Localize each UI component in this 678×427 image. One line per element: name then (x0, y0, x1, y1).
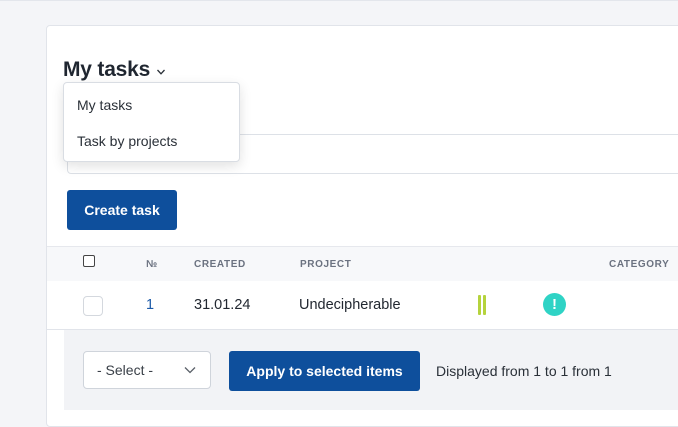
select-value: - Select - (97, 362, 154, 378)
select-all-checkbox[interactable] (83, 255, 95, 267)
project-name: Undecipherable (299, 297, 401, 313)
column-project: PROJECT (300, 259, 352, 270)
chevron-down-icon (184, 367, 196, 374)
chevron-down-icon (157, 69, 166, 75)
page-title-switcher[interactable]: My tasks (63, 58, 166, 82)
top-divider (0, 0, 678, 1)
title-dropdown-menu: My tasks Task by projects (63, 82, 240, 162)
apply-to-selected-button[interactable]: Apply to selected items (229, 351, 420, 391)
priority-bars-icon (478, 295, 487, 315)
pagination-info: Displayed from 1 to 1 from 1 (436, 363, 612, 379)
table-header: № CREATED PROJECT CATEGORY (47, 246, 678, 282)
menu-item-task-by-projects[interactable]: Task by projects (64, 123, 239, 159)
exclamation-circle-icon: ! (543, 293, 566, 316)
bulk-action-select[interactable]: - Select - (83, 351, 211, 389)
column-created: CREATED (194, 259, 246, 270)
create-task-button[interactable]: Create task (67, 190, 177, 230)
column-category: CATEGORY (609, 259, 670, 270)
page-title: My tasks (63, 58, 151, 81)
menu-item-my-tasks[interactable]: My tasks (64, 87, 239, 123)
created-date: 31.01.24 (194, 297, 251, 313)
column-number: № (146, 259, 158, 270)
task-number-link[interactable]: 1 (146, 297, 154, 313)
row-checkbox[interactable] (83, 296, 103, 316)
